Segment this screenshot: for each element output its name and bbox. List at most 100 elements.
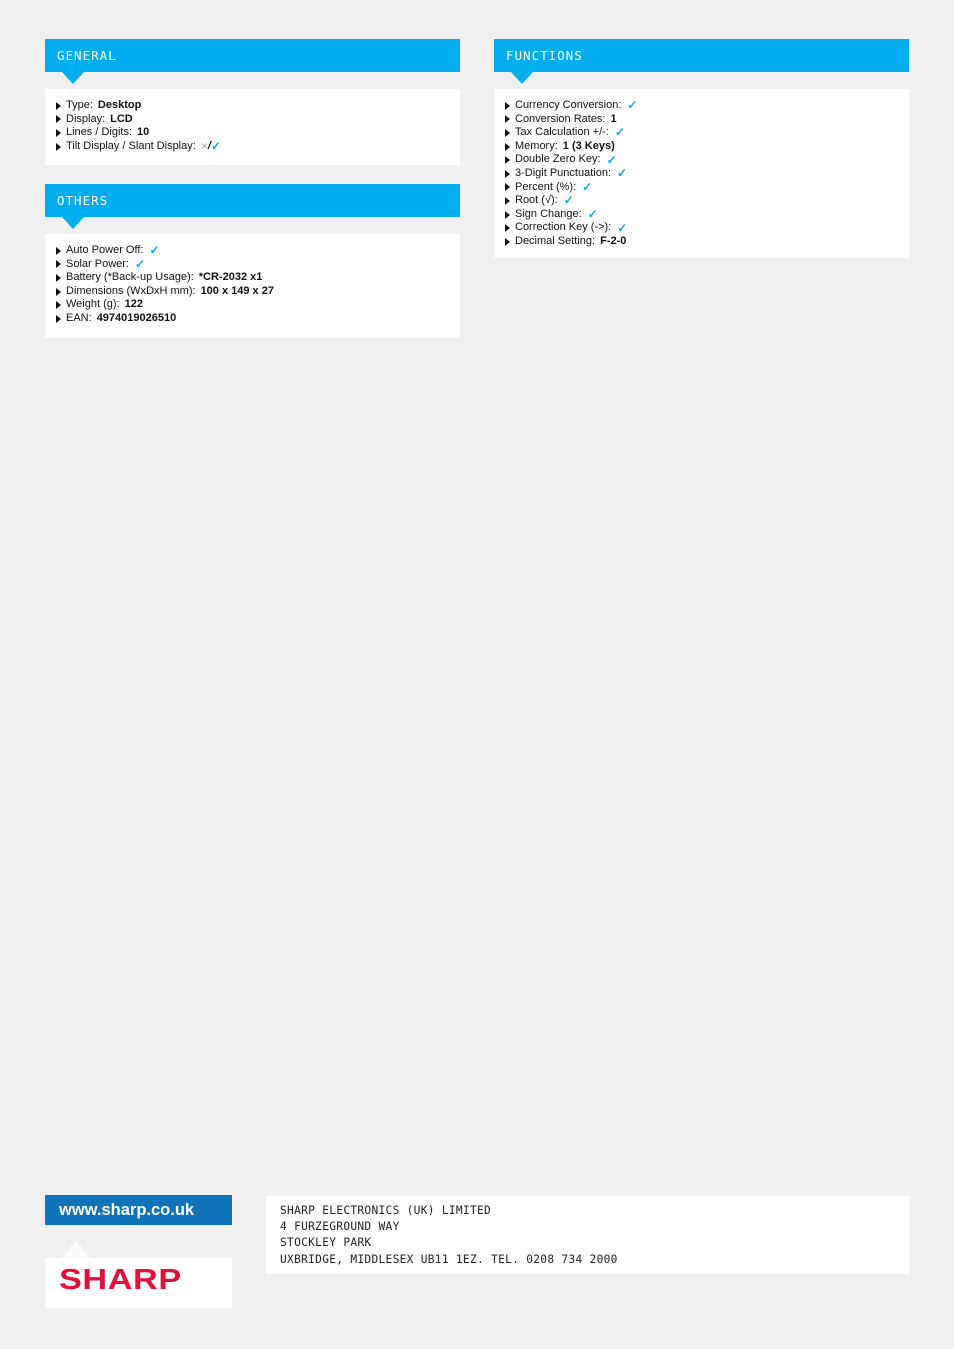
website-link[interactable]: www.sharp.co.uk: [45, 1195, 232, 1225]
spec-row-decimal-setting: Decimal Setting: F-2-0: [505, 235, 899, 249]
bullet-triangle-icon: [505, 128, 510, 137]
bullet-triangle-icon: [56, 314, 61, 323]
spec-value: 4974019026510: [96, 311, 177, 324]
bullet-triangle-icon: [56, 301, 61, 310]
spec-value: 10: [137, 126, 150, 139]
spec-row-root: Root (√): ✓: [505, 194, 899, 208]
spec-label: Lines / Digits:: [66, 126, 133, 139]
spec-label: Type:: [66, 99, 93, 111]
spec-row-type: Type: Desktop: [56, 99, 450, 113]
spec-row-weight: Weight (g): 122: [56, 298, 450, 312]
spec-row-sign-change: Sign Change: ✓: [505, 208, 899, 222]
spec-row-tilt-slant-display: Tilt Display / Slant Display: × / ✓: [56, 138, 450, 154]
spec-value: LCD: [110, 112, 133, 125]
bullet-triangle-icon: [56, 260, 61, 269]
spec-row-memory: Memory: 1 (3 Keys): [505, 140, 899, 154]
spec-row-dimensions: Dimensions (WxDxH mm): 100 x 149 x 27: [56, 285, 450, 299]
check-icon: ✓: [617, 166, 628, 181]
bullet-triangle-icon: [505, 210, 510, 219]
address-line: STOCKLEY PARK: [280, 1236, 372, 1250]
bullet-triangle-icon: [56, 128, 61, 137]
spec-row-display: Display: LCD: [56, 113, 450, 127]
spec-label: Sign Change:: [515, 207, 582, 220]
general-spec-list: Type: Desktop Display: LCD Lines / Digit…: [45, 89, 460, 166]
spec-label: Decimal Setting:: [515, 234, 596, 247]
spec-row-conversion-rates: Conversion Rates: 1: [505, 113, 899, 127]
check-icon: ✓: [149, 243, 160, 258]
spec-label: Auto Power Off:: [66, 244, 144, 256]
bullet-triangle-icon: [505, 224, 510, 233]
check-icon: ✓: [210, 139, 221, 154]
general-section: GENERAL Type: Desktop Display: LCD Lines…: [45, 39, 460, 166]
check-icon: ✓: [134, 256, 146, 271]
spec-label: EAN:: [66, 311, 92, 324]
spec-row-3-digit-punctuation: 3-Digit Punctuation: ✓: [505, 167, 899, 181]
spec-label: Tilt Display / Slant Display:: [66, 139, 196, 152]
others-section: OTHERS Auto Power Off: ✓ Solar Power: ✓ …: [45, 184, 460, 338]
spec-value: *CR-2032 x1: [198, 271, 263, 284]
bullet-triangle-icon: [56, 101, 61, 110]
spec-label: Percent (%):: [515, 180, 577, 193]
check-icon: ✓: [614, 125, 625, 140]
bullet-triangle-icon: [505, 142, 510, 151]
spec-value: Desktop: [97, 99, 142, 111]
spec-value: 100 x 149 x 27: [200, 284, 274, 297]
bullet-triangle-icon: [56, 115, 61, 124]
spec-row-battery: Battery (*Back-up Usage): *CR-2032 x1: [56, 271, 450, 285]
general-section-title: GENERAL: [45, 39, 460, 84]
spec-label: Correction Key (->):: [515, 221, 612, 234]
check-icon: ✓: [582, 179, 593, 194]
spec-label: Currency Conversion:: [515, 99, 622, 111]
check-icon: ✓: [617, 220, 628, 235]
spec-label: Solar Power:: [66, 257, 129, 270]
bullet-triangle-icon: [56, 287, 61, 296]
others-spec-list: Auto Power Off: ✓ Solar Power: ✓ Battery…: [45, 234, 460, 338]
sharp-logo: SHARP: [59, 1264, 182, 1296]
bullet-triangle-icon: [505, 115, 510, 124]
brand-logo-panel: SHARP: [45, 1241, 232, 1308]
spec-row-lines-digits: Lines / Digits: 10: [56, 126, 450, 140]
spec-row-double-zero-key: Double Zero Key: ✓: [505, 153, 899, 167]
spec-row-currency-conversion: Currency Conversion: ✓: [505, 99, 899, 113]
spec-label: Display:: [66, 112, 106, 125]
bullet-triangle-icon: [56, 273, 61, 282]
bullet-triangle-icon: [505, 101, 510, 110]
bullet-triangle-icon: [56, 246, 61, 255]
bullet-triangle-icon: [56, 142, 61, 151]
spec-label: Double Zero Key:: [515, 153, 601, 166]
company-address: SHARP ELECTRONICS (UK) LIMITED 4 FURZEGR…: [266, 1196, 909, 1274]
address-line: SHARP ELECTRONICS (UK) LIMITED: [280, 1204, 492, 1217]
spec-label: Root (√):: [515, 194, 558, 207]
cross-icon: ×: [200, 138, 208, 153]
bullet-triangle-icon: [505, 169, 510, 178]
spec-value: 1: [610, 112, 617, 125]
spec-row-tax-calculation: Tax Calculation +/-: ✓: [505, 126, 899, 140]
functions-section: FUNCTIONS Currency Conversion: ✓ Convers…: [494, 39, 909, 258]
address-line: 4 FURZEGROUND WAY: [280, 1220, 400, 1234]
functions-section-title: FUNCTIONS: [494, 39, 909, 84]
spec-value: F-2-0: [600, 234, 627, 247]
spec-row-percent: Percent (%): ✓: [505, 181, 899, 195]
address-line: UXBRIDGE, MIDDLESEX UB11 1EZ. TEL. 0208 …: [280, 1252, 618, 1266]
spec-row-auto-power-off: Auto Power Off: ✓: [56, 244, 450, 258]
spec-label: Battery (*Back-up Usage):: [66, 271, 194, 284]
spec-label: Conversion Rates:: [515, 112, 606, 125]
bullet-triangle-icon: [505, 156, 510, 165]
spec-row-ean: EAN: 4974019026510: [56, 312, 450, 326]
bullet-triangle-icon: [505, 237, 510, 246]
check-icon: ✓: [627, 98, 638, 113]
check-icon: ✓: [606, 152, 617, 167]
spec-label: Dimensions (WxDxH mm):: [66, 284, 196, 297]
spec-label: Weight (g):: [66, 298, 120, 311]
spec-row-solar-power: Solar Power: ✓: [56, 258, 450, 272]
bullet-triangle-icon: [505, 183, 510, 192]
spec-label: Memory:: [515, 139, 558, 152]
spec-value: 1 (3 Keys): [562, 139, 615, 152]
check-icon: ✓: [587, 207, 598, 222]
spec-label: Tax Calculation +/-:: [515, 126, 609, 139]
spec-value: 122: [124, 298, 143, 311]
functions-spec-list: Currency Conversion: ✓ Conversion Rates:…: [494, 89, 909, 258]
check-icon: ✓: [563, 193, 574, 208]
others-section-title: OTHERS: [45, 184, 460, 229]
bullet-triangle-icon: [505, 196, 510, 205]
